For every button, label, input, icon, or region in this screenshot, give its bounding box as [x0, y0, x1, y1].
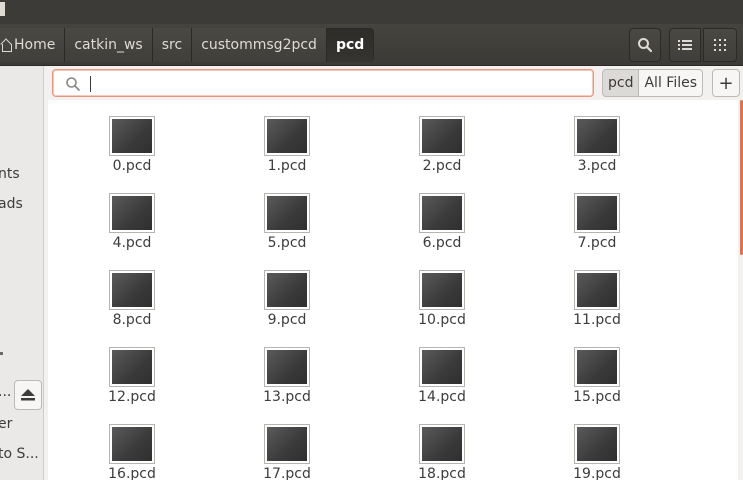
search-input[interactable] [52, 69, 594, 97]
file-name: 13.pcd [263, 389, 311, 405]
file-item[interactable]: 5.pcd [232, 179, 342, 251]
file-name: 2.pcd [422, 158, 462, 174]
breadcrumb-label: pcd [335, 37, 365, 53]
home-icon [0, 39, 12, 52]
file-thumbnail-icon [574, 424, 620, 464]
file-item[interactable]: 14.pcd [387, 333, 497, 405]
list-view-icon [678, 40, 692, 50]
file-item[interactable]: 12.pcd [77, 333, 187, 405]
file-name: 5.pcd [267, 235, 307, 251]
file-name: 1.pcd [267, 158, 307, 174]
window-title-strip [0, 0, 743, 24]
breadcrumb-custommsg2pcd[interactable]: custommsg2pcd [192, 28, 327, 62]
text-caret [90, 76, 91, 92]
file-item[interactable]: 1.pcd [232, 102, 342, 174]
file-name: 14.pcd [418, 389, 466, 405]
file-thumbnail-icon [419, 270, 465, 310]
add-button[interactable]: + [712, 69, 740, 97]
file-thumbnail-icon [574, 116, 620, 156]
file-name: 10.pcd [418, 312, 466, 328]
breadcrumb-pcd[interactable]: pcd [326, 28, 375, 62]
file-name: 15.pcd [573, 389, 621, 405]
breadcrumb-home[interactable]: Home [0, 28, 66, 62]
file-thumbnail-icon [109, 347, 155, 387]
file-item[interactable]: 9.pcd [232, 256, 342, 328]
filter-pcd[interactable]: pcd [602, 69, 640, 97]
file-name: 19.pcd [573, 466, 621, 480]
sidebar: nts ads ... er to S... [0, 66, 44, 480]
file-thumbnail-icon [419, 116, 465, 156]
file-name: 8.pcd [112, 312, 152, 328]
file-thumbnail-icon [264, 116, 310, 156]
file-grid: 0.pcd 1.pcd 2.pcd 3.pcd 4.pcd 5.pcd 6.pcd 7.pcd… [48, 100, 738, 480]
breadcrumb-label: Home [14, 37, 56, 53]
breadcrumb-label: src [161, 37, 183, 53]
file-item[interactable]: 10.pcd [387, 256, 497, 328]
file-name: 6.pcd [422, 235, 462, 251]
search-row: pcd All Files + [44, 66, 743, 100]
magnifier-icon [66, 77, 80, 91]
file-item[interactable]: 4.pcd [77, 179, 187, 251]
file-name: 12.pcd [108, 389, 156, 405]
file-name: 17.pcd [263, 466, 311, 480]
file-thumbnail-icon [574, 347, 620, 387]
file-item[interactable]: 8.pcd [77, 256, 187, 328]
file-name: 16.pcd [108, 466, 156, 480]
file-item[interactable]: 16.pcd [77, 410, 187, 480]
sidebar-item-documents[interactable]: nts [0, 166, 20, 182]
search-icon [638, 38, 653, 53]
file-thumbnail-icon [574, 270, 620, 310]
grid-view-button[interactable] [703, 28, 737, 62]
file-thumbnail-icon [264, 347, 310, 387]
file-thumbnail-icon [109, 116, 155, 156]
sidebar-item-downloads[interactable]: ads [0, 196, 23, 212]
sidebar-item-device[interactable]: ... [0, 384, 11, 400]
file-name: 0.pcd [112, 158, 152, 174]
file-item[interactable]: 19.pcd [542, 410, 652, 480]
sidebar-item-connect[interactable]: to S... [0, 446, 39, 462]
file-item[interactable]: 13.pcd [232, 333, 342, 405]
file-thumbnail-icon [109, 193, 155, 233]
sidebar-item-other[interactable]: er [0, 416, 12, 432]
header-bar: Home catkin_ws src custommsg2pcd pcd [0, 24, 743, 66]
filter-all-files[interactable]: All Files [639, 69, 704, 97]
file-thumbnail-icon [264, 193, 310, 233]
file-thumbnail-icon [574, 193, 620, 233]
file-thumbnail-icon [419, 347, 465, 387]
file-name: 4.pcd [112, 235, 152, 251]
breadcrumb: Home catkin_ws src custommsg2pcd pcd [0, 28, 375, 62]
breadcrumb-label: custommsg2pcd [201, 37, 317, 53]
file-thumbnail-icon [419, 424, 465, 464]
file-item[interactable]: 7.pcd [542, 179, 652, 251]
file-item[interactable]: 17.pcd [232, 410, 342, 480]
file-thumbnail-icon [419, 193, 465, 233]
file-item[interactable]: 15.pcd [542, 333, 652, 405]
file-thumbnail-icon [264, 424, 310, 464]
file-name: 18.pcd [418, 466, 466, 480]
file-thumbnail-icon [109, 424, 155, 464]
file-item[interactable]: 18.pcd [387, 410, 497, 480]
sidebar-marker [0, 352, 3, 355]
breadcrumb-src[interactable]: src [152, 28, 193, 62]
breadcrumb-catkin-ws[interactable]: catkin_ws [65, 28, 153, 62]
eject-button[interactable] [14, 380, 42, 410]
breadcrumb-label: catkin_ws [74, 37, 143, 53]
grid-view-icon [714, 39, 726, 51]
file-item[interactable]: 2.pcd [387, 102, 497, 174]
file-item[interactable]: 0.pcd [77, 102, 187, 174]
file-name: 3.pcd [577, 158, 617, 174]
file-name: 7.pcd [577, 235, 617, 251]
file-type-filter: pcd All Files [602, 69, 704, 97]
search-button[interactable] [629, 28, 661, 62]
file-thumbnail-icon [109, 270, 155, 310]
file-item[interactable]: 6.pcd [387, 179, 497, 251]
file-name: 9.pcd [267, 312, 307, 328]
title-fragment [0, 2, 5, 16]
list-view-button[interactable] [669, 28, 701, 62]
file-thumbnail-icon [264, 270, 310, 310]
file-name: 11.pcd [573, 312, 621, 328]
file-item[interactable]: 11.pcd [542, 256, 652, 328]
eject-icon [21, 389, 35, 401]
file-item[interactable]: 3.pcd [542, 102, 652, 174]
